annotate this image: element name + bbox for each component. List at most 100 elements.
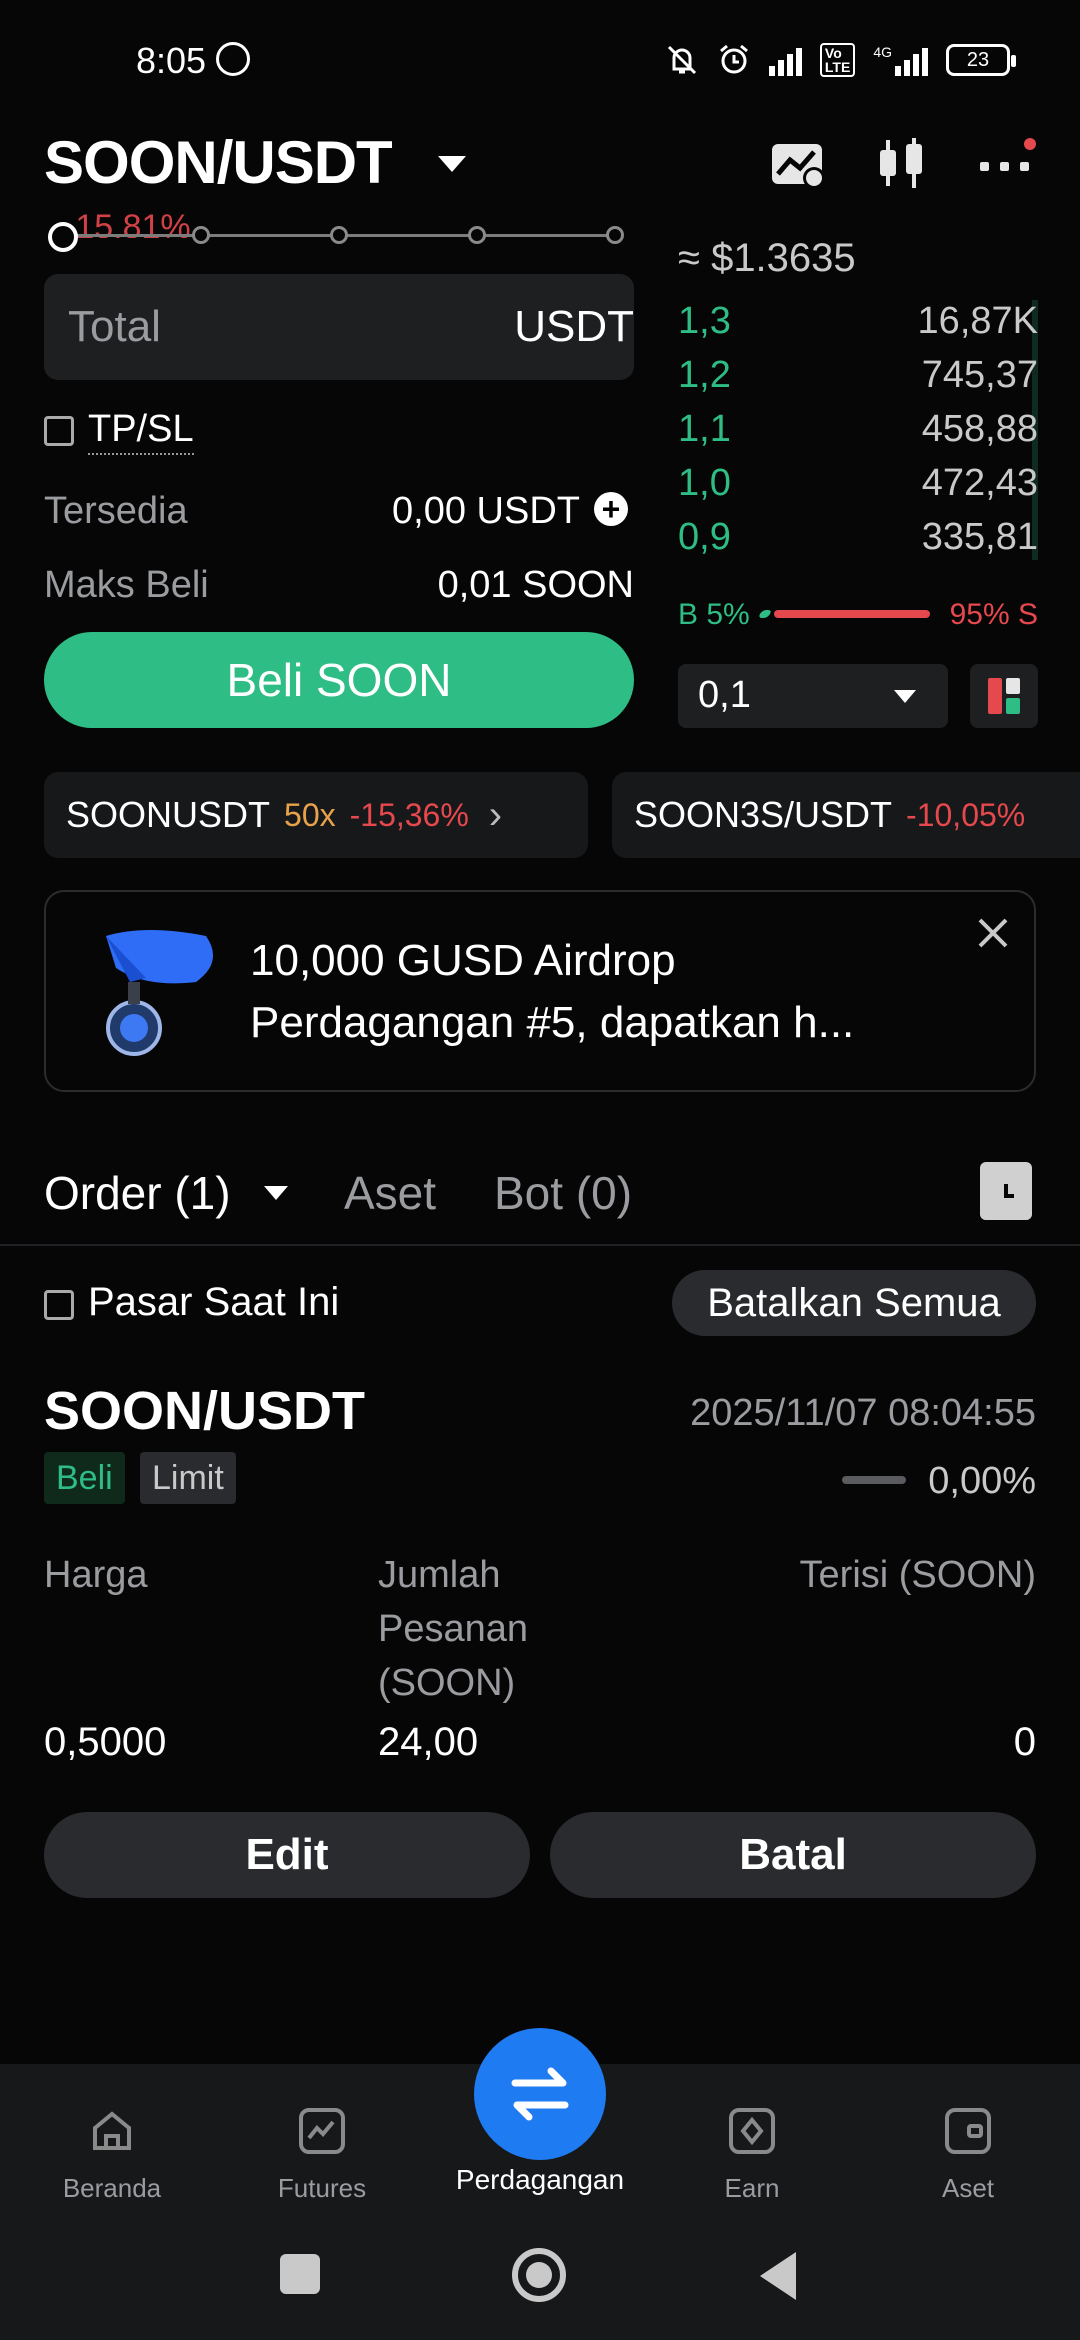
nav-earn[interactable]: Earn [662,2108,842,2204]
order-pair[interactable]: SOON/USDT [44,1380,365,1442]
orderbook-amount: 458,88 [921,408,1038,450]
nav-label: Futures [277,2173,367,2203]
divider [0,1244,1080,1246]
tpsl-checkbox[interactable] [44,416,74,446]
alarm-icon [719,44,748,74]
tab-asset[interactable]: Aset [344,1166,436,1220]
recents-button[interactable] [280,2254,320,2294]
orderbook-amount: 472,43 [921,462,1038,504]
tab-order[interactable]: Order (1) [44,1166,231,1220]
buy-button[interactable]: Beli SOON [44,632,634,728]
signal-4g-icon: 4G [873,44,928,76]
order-qty: 24,00 [378,1720,479,1764]
chart-alert-icon[interactable] [768,134,828,194]
mute-bell-icon [667,45,696,75]
cancel-all-button[interactable]: Batalkan Semua [672,1270,1036,1336]
col-filled-label: Terisi (SOON) [799,1554,1036,1596]
edit-button[interactable]: Edit [44,1812,530,1898]
buy-ratio: B 5% [678,598,750,631]
col-qty-label-line: Jumlah [378,1554,501,1596]
more-icon[interactable] [976,134,1036,194]
banner-title: 10,000 GUSD Airdrop [250,936,676,985]
earn-icon [729,2108,775,2154]
ticker-name: SOONUSDT [66,794,271,835]
slider-step[interactable] [468,226,486,244]
home-button[interactable] [512,2248,566,2302]
nav-label: Aset [941,2173,995,2203]
current-market-checkbox[interactable] [44,1290,74,1320]
chevron-down-icon[interactable] [894,690,916,703]
fill-percent: 0,00% [928,1460,1036,1502]
ticker-change: -10,05% [906,796,1026,833]
header-actions [768,134,1036,194]
chevron-down-icon[interactable] [264,1186,288,1200]
col-qty-label: Jumlah Pesanan (SOON) [378,1548,528,1710]
signal-icon [768,44,802,76]
layout-icon[interactable] [970,664,1038,728]
ticker-name: SOON3S/USDT [634,794,893,835]
swap-icon [511,2067,569,2121]
col-price-label: Harga [44,1554,148,1596]
nav-assets[interactable]: Aset [878,2108,1058,2204]
nav-trade-button[interactable] [474,2028,606,2160]
nav-label[interactable]: Perdagangan [440,2164,640,2196]
type-badge: Limit [140,1452,236,1504]
approx-price: ≈ $1.3635 [678,236,856,280]
nav-home[interactable]: Beranda [22,2108,202,2204]
order-time: 2025/11/07 08:04:55 [690,1392,1036,1434]
orderbook-row[interactable]: 1,2 745,37 [678,354,1038,406]
status-icons: Vo LTE 4G 23 [665,38,1016,82]
fill-progress-bar [842,1476,906,1484]
cancel-order-button[interactable]: Batal [550,1812,1036,1898]
orderbook-price: 0,9 [678,516,731,558]
total-unit: USDT [514,302,634,351]
home-icon [93,2111,131,2150]
slider-step[interactable] [192,226,210,244]
available-value: 0,00 USDT [392,490,580,532]
chevron-down-icon[interactable] [438,156,466,172]
plus-icon[interactable]: + [594,492,628,526]
nav-label: Earn [724,2173,780,2203]
orderbook-price: 1,3 [678,300,731,342]
orderbook-price: 1,0 [678,462,731,504]
ticker-change: -15,36% [349,796,469,833]
history-icon[interactable] [980,1162,1032,1220]
side-badge: Beli [44,1452,125,1504]
max-buy-value: 0,01 SOON [437,564,634,606]
battery-icon: 23 [946,44,1016,76]
candlestick-icon[interactable] [872,134,932,194]
nav-futures[interactable]: Futures [232,2108,412,2204]
nav-label: Beranda [62,2173,162,2203]
leverage-badge: 50x [284,796,336,833]
tab-bot[interactable]: Bot (0) [494,1166,632,1220]
orderbook-price: 1,1 [678,408,731,450]
slider-step[interactable] [606,226,624,244]
orderbook-row[interactable]: 1,1 458,88 [678,408,1038,460]
orderbook-price: 1,2 [678,354,731,396]
close-icon[interactable] [976,916,1010,950]
orderbook-amount: 745,37 [921,354,1038,396]
orderbook-row[interactable]: 0,9 335,81 [678,516,1038,568]
chevron-right-icon: › [488,792,503,837]
tpsl-label[interactable]: TP/SL [88,408,194,455]
slider-handle[interactable] [48,222,78,252]
pair-title[interactable]: SOON/USDT [44,128,393,197]
order-filled: 0 [1013,1720,1036,1764]
orderbook-amount: 335,81 [921,516,1038,558]
whatsapp-icon [216,42,250,76]
wallet-icon [945,2108,991,2154]
orderbook-row[interactable]: 1,0 472,43 [678,462,1038,514]
medal-icon [106,930,214,1056]
back-button[interactable] [760,2252,796,2300]
slider-step[interactable] [330,226,348,244]
max-buy-label: Maks Beli [44,564,209,606]
orderbook-row[interactable]: 1,3 16,87K [678,300,1038,352]
current-market-label[interactable]: Pasar Saat Ini [88,1280,339,1325]
total-placeholder: Total [68,302,161,351]
ticker-card[interactable]: SOON3S/USDT -10,05% [612,772,1080,858]
orderbook-amount: 16,87K [917,300,1038,342]
ticker-card[interactable]: SOONUSDT 50x -15,36% › [44,772,588,858]
volte-icon: Vo LTE [819,43,856,77]
sell-ratio: 95% S [949,598,1038,631]
buy-ratio-bar [757,610,773,618]
